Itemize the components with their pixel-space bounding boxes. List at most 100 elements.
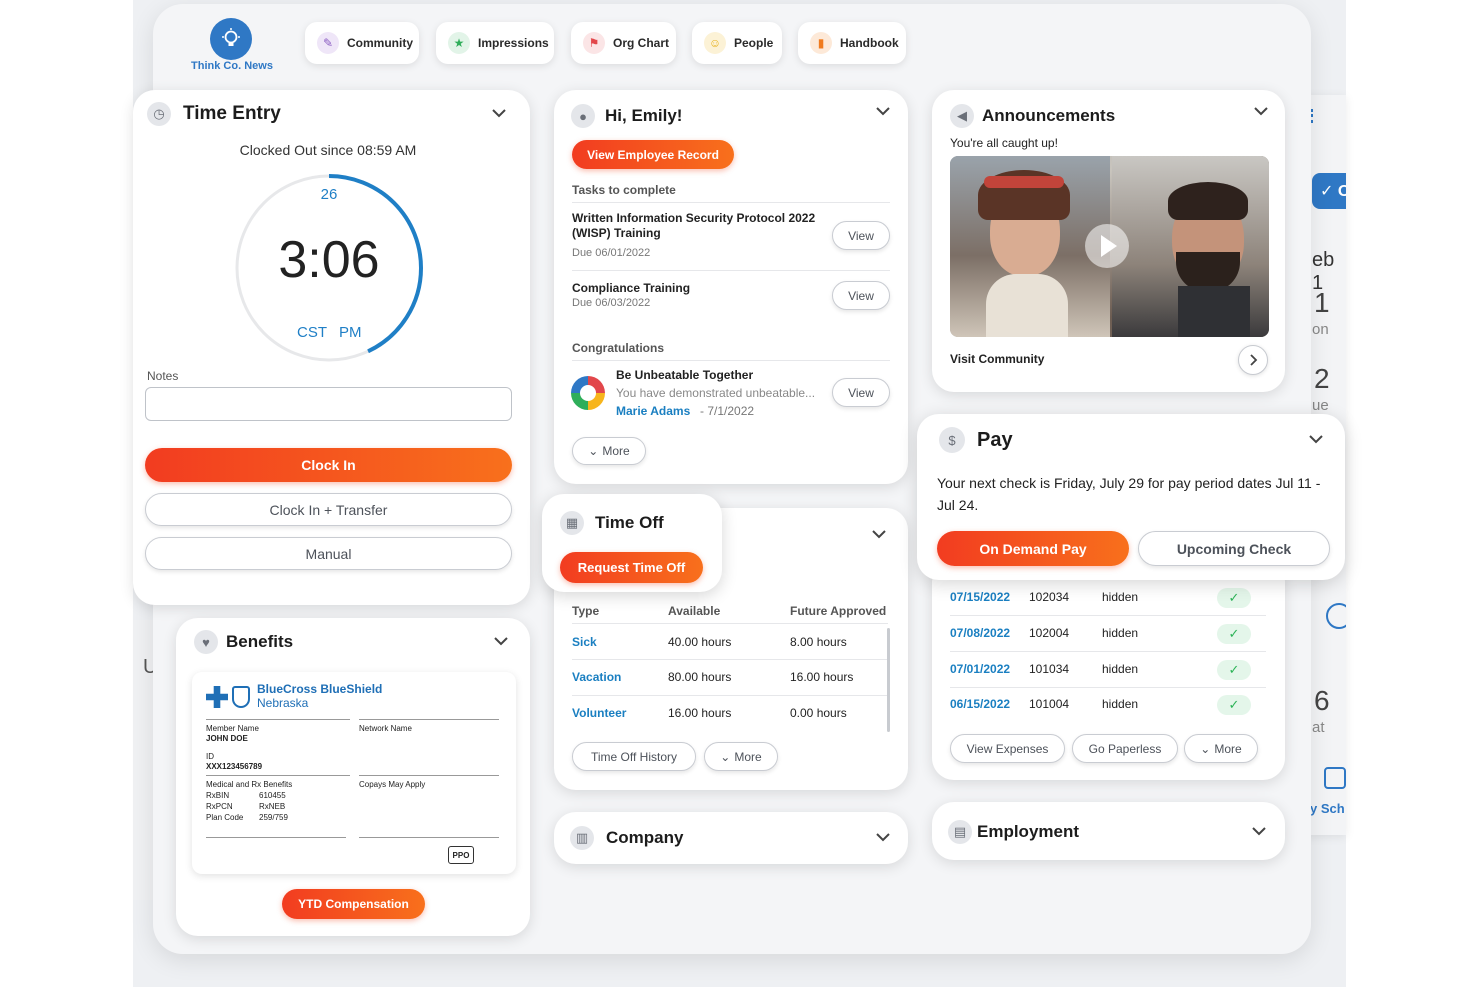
benefits-card: ♥ Benefits BlueCross BlueShield Nebraska… [176, 618, 530, 936]
ppo-badge: PPO [448, 846, 474, 864]
time-off-future: 0.00 hours [790, 706, 847, 720]
time-off-header-popout: ▦ Time Off Request Time Off [542, 494, 722, 592]
dollar-icon: $ [939, 427, 965, 453]
star-icon: ★ [448, 32, 470, 54]
time-off-history-button[interactable]: Time Off History [572, 742, 696, 771]
check-date[interactable]: 07/01/2022 [950, 662, 1010, 676]
upcoming-check-button[interactable]: Upcoming Check [1138, 531, 1330, 566]
more-button[interactable]: ⌄ More [572, 437, 646, 465]
more-button[interactable]: ⌄ More [704, 742, 778, 771]
chevron-down-icon[interactable] [1307, 430, 1325, 448]
play-icon[interactable] [1085, 224, 1129, 268]
chevron-down-icon: ⌄ [720, 749, 731, 764]
time-off-future: 16.00 hours [790, 670, 854, 684]
time-off-type[interactable]: Vacation [572, 670, 621, 684]
chevron-down-icon[interactable] [1250, 822, 1268, 840]
tasks-heading: Tasks to complete [572, 183, 676, 197]
congrats-date: - 7/1/2022 [700, 404, 755, 418]
scrollbar[interactable] [887, 628, 890, 732]
visit-community-link[interactable]: Visit Community [950, 352, 1044, 366]
chevron-down-icon[interactable] [874, 102, 892, 120]
id-label: ID [206, 752, 214, 761]
view-employee-record-button[interactable]: View Employee Record [572, 140, 734, 169]
nav-community[interactable]: ✎ Community [305, 22, 419, 64]
chevron-down-icon[interactable] [870, 525, 888, 543]
view-congrats-button[interactable]: View [832, 378, 890, 407]
column-header: Future Approved [790, 604, 887, 618]
chevron-down-icon[interactable] [874, 828, 892, 846]
background-text: on [1312, 321, 1329, 338]
background-radio [1326, 603, 1346, 629]
column-header: Available [668, 604, 721, 618]
check-date[interactable]: 06/15/2022 [950, 697, 1010, 711]
congrats-author[interactable]: Marie Adams [616, 404, 690, 418]
more-label: More [734, 749, 762, 764]
nav-impressions[interactable]: ★ Impressions [436, 22, 554, 64]
person-image [984, 176, 1064, 188]
go-paperless-button[interactable]: Go Paperless [1072, 734, 1178, 763]
nav-handbook[interactable]: ▮ Handbook [798, 22, 906, 64]
view-task-button[interactable]: View [832, 221, 890, 250]
view-expenses-button[interactable]: View Expenses [950, 734, 1065, 763]
pay-card: $ Pay Your next check is Friday, July 29… [917, 414, 1345, 580]
check-date[interactable]: 07/15/2022 [950, 590, 1010, 604]
background-text: at [1312, 719, 1325, 736]
time-off-type[interactable]: Sick [572, 635, 597, 649]
rxpcn-label: RxPCN [206, 802, 233, 811]
video-thumbnail[interactable] [950, 156, 1269, 337]
lightbulb-icon[interactable] [210, 18, 252, 60]
nav-people[interactable]: ☺ People [692, 22, 782, 64]
rxbin-value: 610455 [259, 791, 286, 800]
nav-org-chart[interactable]: ⚑ Org Chart [571, 22, 676, 64]
chevron-down-icon: ⌄ [1200, 741, 1211, 756]
chevron-down-icon[interactable] [492, 632, 510, 650]
time-off-future: 8.00 hours [790, 635, 847, 649]
rxbin-label: RxBIN [206, 791, 230, 800]
shield-logo-icon [232, 686, 250, 708]
manual-button[interactable]: Manual [145, 537, 512, 570]
brand-name[interactable]: Think Co. News [180, 60, 284, 72]
member-name: JOHN DOE [206, 734, 248, 743]
rx-label: Medical and Rx Benefits [206, 780, 293, 789]
chevron-down-icon[interactable] [490, 104, 508, 122]
check-mark-icon: ✓ [1217, 588, 1251, 608]
nav-label: Impressions [478, 36, 549, 50]
more-button[interactable]: ⌄ More [1184, 734, 1258, 763]
time-off-available: 40.00 hours [668, 635, 732, 649]
notes-input[interactable] [145, 387, 512, 421]
time-off-available: 16.00 hours [668, 706, 732, 720]
card-title: Time Off [595, 513, 664, 532]
view-task-button[interactable]: View [832, 281, 890, 310]
clock-in-transfer-button[interactable]: Clock In + Transfer [145, 493, 512, 526]
card-title: Time Entry [183, 103, 281, 124]
request-time-off-button[interactable]: Request Time Off [560, 552, 703, 583]
card-title: Employment [977, 822, 1080, 841]
background-text: y Sch [1310, 801, 1345, 816]
rxpcn-value: RxNEB [259, 802, 286, 811]
schedule-icon [1324, 767, 1346, 789]
clock-timezone: CST [297, 324, 327, 341]
calendar-icon: ▦ [560, 511, 584, 535]
on-demand-pay-button[interactable]: On Demand Pay [937, 531, 1129, 566]
community-icon: ✎ [317, 32, 339, 54]
check-amount: hidden [1102, 662, 1139, 676]
task-name[interactable]: Compliance Training [572, 281, 690, 295]
card-title: Benefits [226, 632, 294, 651]
insurance-card[interactable]: BlueCross BlueShield Nebraska Member Nam… [192, 672, 516, 874]
ytd-compensation-button[interactable]: YTD Compensation [282, 889, 425, 919]
clock-in-button[interactable]: Clock In [145, 448, 512, 482]
check-mark-icon: ✓ [1217, 660, 1251, 680]
chevron-right-icon[interactable] [1238, 345, 1268, 375]
provider-region: Nebraska [257, 696, 309, 710]
background-text: 6 [1314, 685, 1330, 716]
member-name-label: Member Name [206, 724, 259, 733]
chevron-down-icon[interactable] [1252, 102, 1270, 120]
clock-status: Clocked Out since 08:59 AM [239, 142, 417, 158]
task-name[interactable]: Written Information Security Protocol 20… [572, 211, 822, 241]
greeting-title: Hi, Emily! [605, 106, 683, 125]
person-image [986, 274, 1068, 337]
time-off-type[interactable]: Volunteer [572, 706, 626, 720]
check-date[interactable]: 07/08/2022 [950, 626, 1010, 640]
nav-label: Org Chart [613, 36, 670, 50]
time-entry-card: ◷ Time Entry Clocked Out since 08:59 AM … [133, 90, 530, 605]
